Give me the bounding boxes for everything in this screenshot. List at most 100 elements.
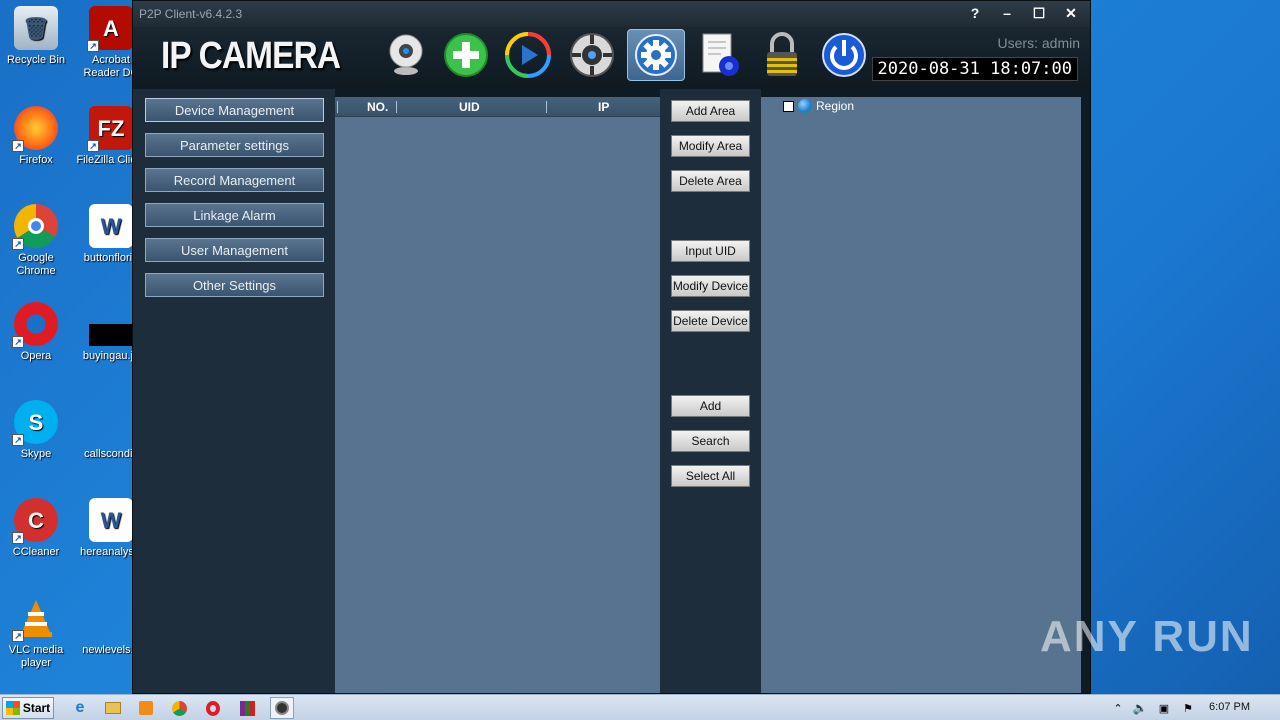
taskbar-winrar-icon[interactable] <box>235 697 259 719</box>
filezilla-icon: FZ ↗ <box>87 106 133 152</box>
datetime-display: 2020-08-31 18:07:00 <box>871 57 1078 81</box>
column-separator <box>546 101 547 113</box>
desktop-icon-label: VLC media player <box>8 644 64 669</box>
chrome-icon: ↗ <box>12 204 58 250</box>
nav-device-management[interactable]: Device Management <box>145 98 324 122</box>
ccleaner-icon: C ↗ <box>12 498 58 544</box>
region-root-label: Region <box>816 99 855 113</box>
taskbar-media-player-icon[interactable] <box>134 697 158 719</box>
power-icon <box>822 33 866 77</box>
globe-icon <box>798 99 812 113</box>
taskbar-ie-icon[interactable]: e <box>68 697 92 719</box>
search-button[interactable]: Search <box>671 430 750 452</box>
desktop-icon-skype[interactable]: S ↗ Skype <box>1 400 71 461</box>
play-icon <box>505 32 551 78</box>
tray-volume-icon[interactable]: 🔈 <box>1128 697 1152 719</box>
document-settings-icon <box>702 33 739 76</box>
blank-file-icon <box>89 596 133 640</box>
column-header-ip[interactable]: IP <box>598 100 609 114</box>
settings-nav: Device Management Parameter settings Rec… <box>133 89 335 693</box>
desktop-icon-label: Firefox <box>19 154 53 166</box>
device-actions-panel: Add Area Modify Area Delete Area Input U… <box>660 89 761 693</box>
toolbar-settings-button[interactable] <box>627 29 685 81</box>
add-button[interactable]: Add <box>671 395 750 417</box>
taskbar-opera-icon[interactable] <box>201 697 225 719</box>
modify-device-button[interactable]: Modify Device <box>671 275 750 297</box>
nav-linkage-alarm[interactable]: Linkage Alarm <box>145 203 324 227</box>
desktop-icon-label: Recycle Bin <box>6 54 66 66</box>
recycle-bin-icon: 🗑 <box>14 6 58 50</box>
desktop-icon-recycle-bin[interactable]: 🗑 Recycle Bin <box>1 6 71 67</box>
tray-network-icon[interactable]: ▣ <box>1152 697 1176 719</box>
window-titlebar[interactable]: P2P Client-v6.4.2.3 ? – ☐ ✕ <box>133 1 1090 27</box>
toolbar-ptz-button[interactable] <box>563 29 621 81</box>
column-header-no[interactable]: NO. <box>367 100 388 114</box>
device-list-table[interactable]: NO. UID IP <box>335 97 660 693</box>
start-button[interactable]: Start <box>2 697 54 719</box>
column-header-uid[interactable]: UID <box>459 100 480 114</box>
app-brand: IP CAMERA <box>161 35 341 77</box>
help-button[interactable]: ? <box>962 3 988 23</box>
skype-icon: S ↗ <box>12 400 58 446</box>
taskbar-p2p-client-icon[interactable] <box>270 697 294 719</box>
select-all-button[interactable]: Select All <box>671 465 750 487</box>
column-separator <box>396 101 397 113</box>
windows-logo-icon <box>5 701 20 715</box>
desktop-icon-label: Opera <box>20 350 52 362</box>
tray-flag-icon[interactable]: ⚑ <box>1176 697 1200 719</box>
add-area-button[interactable]: Add Area <box>671 100 750 122</box>
delete-device-button[interactable]: Delete Device <box>671 310 750 332</box>
toolbar-power-button[interactable] <box>815 29 873 81</box>
device-list-header: NO. UID IP <box>335 97 660 117</box>
current-user-label: Users: admin <box>997 35 1080 51</box>
word-document-icon: W <box>89 204 133 248</box>
lock-icon <box>767 32 797 76</box>
taskbar: Start e ⌃ 🔈 ▣ ⚑ 6:07 PM <box>0 694 1280 720</box>
nav-user-management[interactable]: User Management <box>145 238 324 262</box>
blank-file-icon <box>89 400 133 444</box>
gear-icon <box>635 34 677 76</box>
plus-circle-icon <box>444 33 488 77</box>
desktop-icon-firefox[interactable]: ↗ Firefox <box>1 106 71 167</box>
toolbar-playback-button[interactable] <box>499 29 557 81</box>
image-file-icon <box>89 324 133 346</box>
nav-record-management[interactable]: Record Management <box>145 168 324 192</box>
desktop-icon-chrome[interactable]: ↗ Google Chrome <box>1 204 71 278</box>
vlc-cone-icon: ↗ <box>12 596 58 642</box>
close-button[interactable]: ✕ <box>1058 3 1084 23</box>
nav-parameter-settings[interactable]: Parameter settings <box>145 133 324 157</box>
region-root-node[interactable]: Region <box>783 99 854 113</box>
desktop-icon-label: Skype <box>20 448 52 460</box>
minimize-button[interactable]: – <box>994 3 1020 23</box>
desktop-icon-opera[interactable]: ↗ Opera <box>1 302 71 363</box>
firefox-icon: ↗ <box>12 106 58 152</box>
acrobat-icon: A ↗ <box>87 6 133 52</box>
toolbar-camera-view-button[interactable] <box>377 29 435 81</box>
word-document-icon: W <box>89 498 133 542</box>
webcam-icon <box>389 34 423 75</box>
taskbar-explorer-icon[interactable] <box>101 697 125 719</box>
delete-area-button[interactable]: Delete Area <box>671 170 750 192</box>
desktop-icon-vlc[interactable]: ↗ VLC media player <box>1 596 71 670</box>
input-uid-button[interactable]: Input UID <box>671 240 750 262</box>
modify-area-button[interactable]: Modify Area <box>671 135 750 157</box>
taskbar-chrome-icon[interactable] <box>167 697 191 719</box>
nav-other-settings[interactable]: Other Settings <box>145 273 324 297</box>
region-tree[interactable]: Region <box>761 97 1081 693</box>
toolbar-log-button[interactable] <box>691 29 749 81</box>
desktop-icon-label: Google Chrome <box>16 252 56 277</box>
column-separator <box>337 101 338 113</box>
window-title: P2P Client-v6.4.2.3 <box>139 7 243 21</box>
anyrun-watermark: ANY RUN <box>1040 612 1254 661</box>
tray-clock[interactable]: 6:07 PM <box>1209 701 1250 713</box>
ptz-control-icon <box>570 33 614 77</box>
app-header: IP CAMERA Users: admin 2020-08-31 18:07:… <box>133 27 1090 87</box>
toolbar-lock-button[interactable] <box>753 29 811 81</box>
desktop-icon-label: CCleaner <box>12 546 60 558</box>
window-controls: ? – ☐ ✕ <box>962 3 1084 23</box>
maximize-button[interactable]: ☐ <box>1026 3 1052 23</box>
tray-show-hidden-icon[interactable]: ⌃ <box>1106 697 1130 719</box>
toolbar-add-button[interactable] <box>437 29 495 81</box>
desktop-icon-ccleaner[interactable]: C ↗ CCleaner <box>1 498 71 559</box>
region-checkbox[interactable] <box>783 100 794 112</box>
